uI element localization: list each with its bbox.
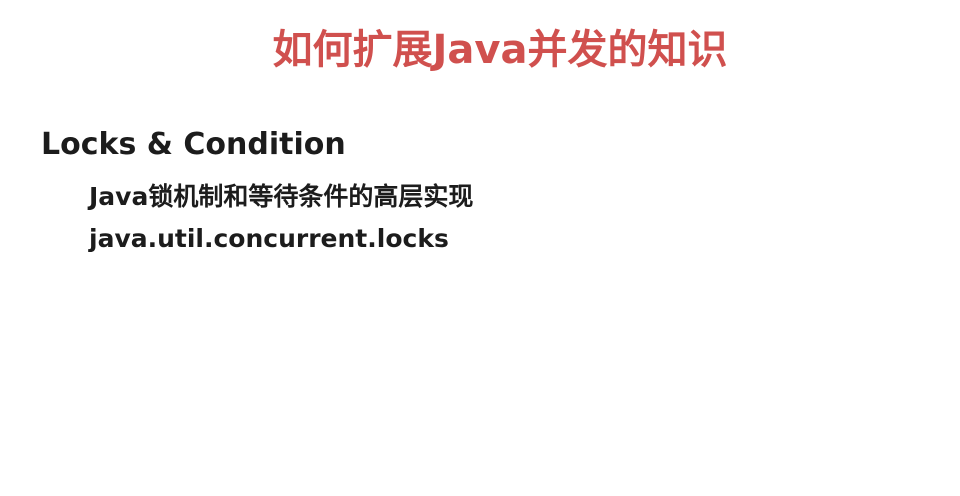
- sub-item-package: java.util.concurrent.locks: [89, 224, 449, 253]
- slide-title: 如何扩展Java并发的知识: [272, 27, 728, 73]
- sub-item-description: Java锁机制和等待条件的高层实现: [89, 182, 474, 211]
- bullet-list: Locks & Condition Java锁机制和等待条件的高层实现 java…: [41, 124, 473, 260]
- slide: 如何扩展Java并发的知识 Locks & Condition Java锁机制和…: [0, 0, 960, 496]
- section-heading: Locks & Condition: [41, 127, 346, 162]
- sub-list: Java锁机制和等待条件的高层实现 java.util.concurrent.l…: [89, 176, 473, 260]
